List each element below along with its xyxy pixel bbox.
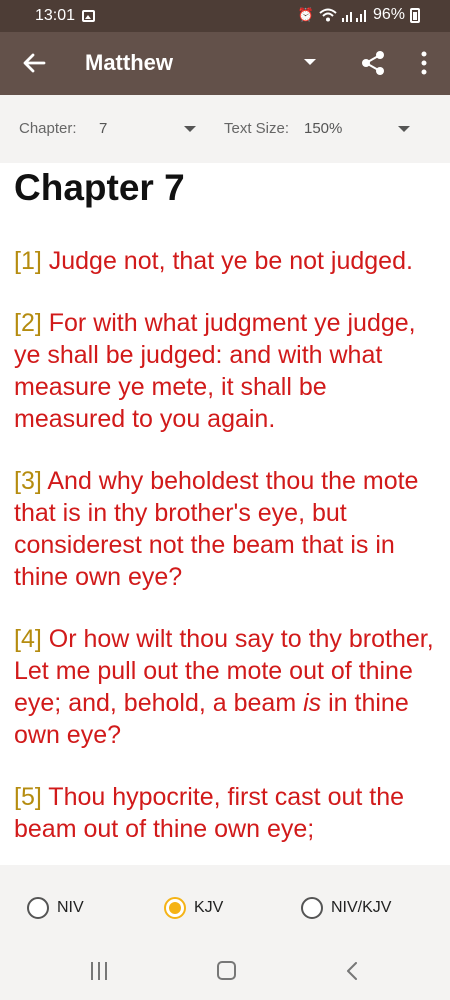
version-label[interactable]: NIV/KJV (331, 899, 391, 917)
chapter-label: Chapter: (19, 120, 77, 137)
back-icon[interactable] (346, 962, 358, 980)
image-icon (82, 10, 95, 22)
text-size-dropdown-icon[interactable] (398, 126, 410, 132)
share-icon[interactable] (360, 50, 386, 76)
recent-apps-icon[interactable] (90, 962, 108, 980)
wifi-icon (319, 8, 337, 22)
version-label[interactable]: NIV (57, 899, 84, 917)
battery-percent: 96% (372, 6, 405, 23)
text-size-label: Text Size: (224, 120, 290, 137)
status-indicators: ⏰ 96% (298, 6, 420, 24)
verse-text: For with what judgment ye judge, ye shal… (14, 309, 416, 433)
verse-number: [3] (14, 467, 42, 495)
chapter-title: Chapter 7 (14, 167, 185, 208)
chapter-select[interactable]: 7 (99, 120, 107, 137)
version-option-niv-kjv[interactable]: NIV/KJV (301, 896, 391, 920)
status-bar: 13:01 ⏰ 96% (0, 0, 450, 32)
version-selector: NIV KJV NIV/KJV (0, 865, 450, 943)
verse: [4] Or how wilt thou say to thy brother,… (14, 623, 439, 751)
text-size-select[interactable]: 150% (304, 120, 342, 137)
verse-number: [5] (14, 783, 42, 811)
back-arrow-icon[interactable] (19, 48, 49, 78)
home-icon[interactable] (217, 961, 236, 980)
version-option-kjv[interactable]: KJV (164, 896, 223, 920)
dropdown-icon[interactable] (304, 59, 316, 65)
status-time: 13:01 (35, 7, 76, 24)
verse-text: Thou hypocrite, first cast out the beam … (14, 783, 405, 843)
chapter-dropdown-icon[interactable] (184, 126, 196, 132)
signal-icon (341, 10, 366, 22)
controls-row: Chapter: 7 Text Size: 150% (0, 95, 450, 163)
verse-list: [1] Judge not, that ye be not judged. [2… (14, 245, 439, 865)
verse-text: Judge not, that ye be not judged. (48, 247, 413, 275)
verse: [3] And why beholdest thou the mote that… (14, 465, 439, 593)
verse: [1] Judge not, that ye be not judged. (14, 245, 439, 277)
app-bar: Matthew (0, 32, 450, 95)
verse-number: [1] (14, 247, 42, 275)
verse-italic-word: is (303, 689, 322, 717)
verse-text: And why beholdest thou the mote that is … (14, 467, 419, 591)
verse-number: [2] (14, 309, 42, 337)
version-label[interactable]: KJV (194, 899, 223, 917)
version-option-niv[interactable]: NIV (27, 896, 84, 920)
more-vert-icon[interactable] (414, 50, 434, 76)
verse: [2] For with what judgment ye judge, ye … (14, 307, 439, 435)
verse: [5] Thou hypocrite, first cast out the b… (14, 781, 439, 845)
book-title[interactable]: Matthew (85, 50, 173, 76)
battery-icon (410, 7, 420, 23)
radio-unchecked-icon[interactable] (301, 897, 323, 919)
system-nav-bar (0, 943, 450, 1000)
chapter-content[interactable]: Chapter 7 [1] Judge not, that ye be not … (0, 163, 450, 865)
radio-unchecked-icon[interactable] (27, 897, 49, 919)
radio-checked-icon[interactable] (164, 897, 186, 919)
verse-number: [4] (14, 625, 42, 653)
alarm-icon: ⏰ (297, 7, 314, 22)
